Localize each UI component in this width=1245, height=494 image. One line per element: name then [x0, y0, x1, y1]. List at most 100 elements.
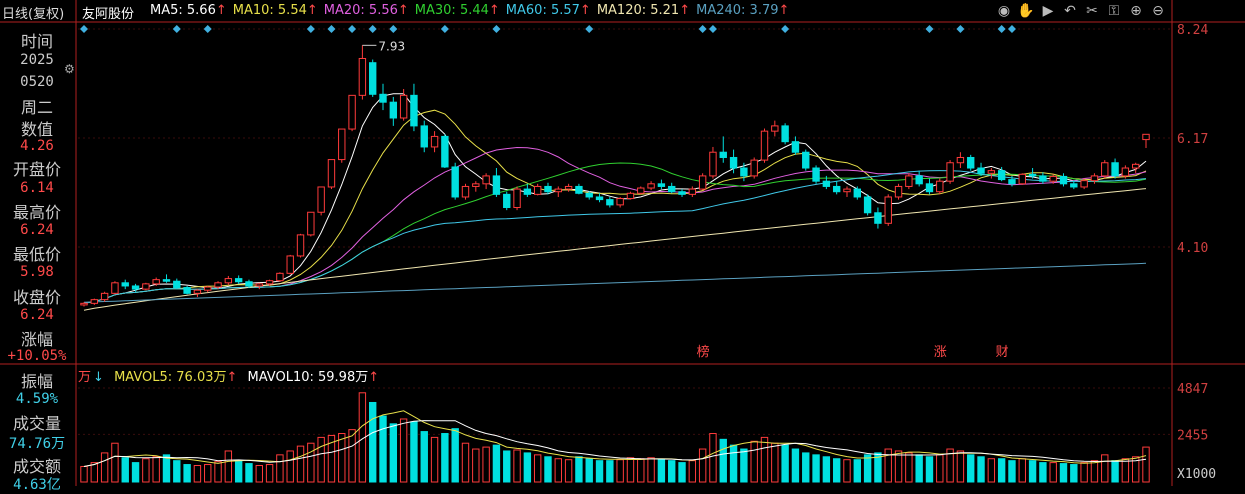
volume-bar: [750, 440, 758, 483]
candle: [698, 173, 707, 191]
candle: [348, 94, 356, 132]
candle-body: [121, 282, 129, 287]
ma-legend-item: MA20: 5.56: [323, 3, 398, 18]
event-marker: 涨: [934, 345, 947, 360]
candle: [936, 178, 944, 195]
price-tick-label: 6.17: [1177, 132, 1208, 147]
candle-body: [564, 185, 573, 190]
ma-legend-arrow: ↑: [679, 3, 691, 18]
kline-chart[interactable]: 8.24 6.17 4.10 4847 2455 X1000 榜 涨 财 7.93: [0, 0, 1245, 486]
hand-icon[interactable]: ✋: [1017, 2, 1035, 20]
diamond-icon: [708, 25, 717, 33]
candle-body: [533, 185, 542, 195]
volume-bar: [626, 457, 635, 483]
volume-bar: [709, 433, 717, 483]
volume-value: 74.76万: [8, 436, 66, 452]
candle: [905, 173, 913, 190]
volume-bar: [637, 458, 645, 483]
candle-body: [822, 180, 831, 187]
candle: [874, 207, 882, 229]
candle: [193, 289, 202, 298]
diamond-icon: [327, 25, 336, 33]
volume-bar: [399, 418, 408, 483]
lock-icon[interactable]: ⚿: [1105, 2, 1123, 20]
candle-body: [327, 159, 336, 188]
candle-body: [162, 279, 171, 282]
ma20-line: [83, 146, 1147, 304]
play-icon[interactable]: ▶: [1039, 2, 1057, 20]
volume-bar: [142, 458, 150, 483]
candle-body: [575, 185, 583, 194]
mavol5-arrow: ↑: [226, 370, 238, 385]
volume-bar: [678, 462, 686, 483]
volume-unit-label: X1000: [1177, 467, 1216, 482]
chart-frame: [0, 0, 1245, 486]
volume-unit[interactable]: 万: [78, 370, 91, 385]
volume-bar: [544, 456, 552, 483]
candle-body: [894, 185, 903, 198]
volume-bar: [956, 450, 965, 483]
candle-body: [1131, 163, 1140, 169]
candle-body: [1142, 133, 1150, 141]
scissors-icon[interactable]: ✂: [1083, 2, 1101, 20]
candle-body: [131, 285, 140, 290]
candle: [389, 96, 398, 126]
volume-bars[interactable]: [80, 392, 1150, 483]
candle: [853, 186, 861, 200]
candle: [317, 186, 325, 216]
ma120-line: [83, 188, 1147, 311]
ma-legend-item: MA240: 3.79: [696, 3, 779, 18]
eye-icon[interactable]: ◉: [995, 2, 1013, 20]
volume-bar: [482, 446, 490, 483]
volume-bar: [296, 445, 305, 483]
candle-body: [1059, 175, 1068, 185]
volume-bar: [843, 459, 851, 483]
candle-body: [719, 151, 727, 158]
volume-bar: [162, 454, 171, 483]
candle-body: [1101, 162, 1109, 177]
low-label: 最低价: [12, 245, 61, 264]
candle: [358, 45, 367, 100]
candle-body: [523, 188, 532, 195]
volume-bar: [389, 423, 398, 483]
candle: [832, 181, 841, 195]
open-value: 6.14: [20, 180, 54, 196]
candle-body: [936, 180, 944, 193]
candle: [647, 181, 655, 191]
candle-body: [760, 130, 769, 161]
volume-header: 万 ↓ MAVOL5: 76.03万↑ MAVOL10: 59.98万↑: [78, 366, 385, 385]
candle: [616, 196, 624, 208]
volume-bar: [193, 465, 202, 483]
mavol5-value: MAVOL5: 76.03万: [114, 370, 227, 385]
zoom-in-icon[interactable]: ⊕: [1127, 2, 1145, 20]
diamond-icon: [585, 25, 594, 33]
volume-bar: [430, 436, 439, 483]
candle: [884, 194, 892, 226]
candle-body: [276, 272, 284, 282]
volume-bar: [121, 457, 129, 483]
candle-body: [832, 185, 841, 193]
diamond-icon: [368, 25, 377, 33]
candle: [296, 233, 305, 258]
candle-body: [472, 183, 480, 187]
candle: [863, 194, 872, 216]
candle-body: [729, 156, 738, 169]
candle: [369, 59, 377, 97]
weekday-value: 周二: [20, 98, 53, 117]
volume-bar: [997, 458, 1006, 483]
ma-legend-item: MA5: 5.66: [150, 3, 216, 18]
period-selector[interactable]: 日线(复权): [2, 3, 64, 22]
candle-body: [204, 286, 212, 291]
candle: [802, 149, 810, 171]
volume-bar: [472, 448, 480, 483]
zoom-out-icon[interactable]: ⊖: [1149, 2, 1167, 20]
volume-bar: [338, 433, 346, 483]
candle: [472, 181, 480, 192]
stock-name: 友阿股份: [82, 7, 135, 22]
undo-icon[interactable]: ↶: [1061, 2, 1079, 20]
volume-bar: [1121, 458, 1130, 483]
candle-body: [977, 167, 985, 174]
candle-body: [987, 170, 996, 174]
close-label: 收盘价: [12, 288, 61, 307]
volume-bar: [255, 465, 263, 483]
